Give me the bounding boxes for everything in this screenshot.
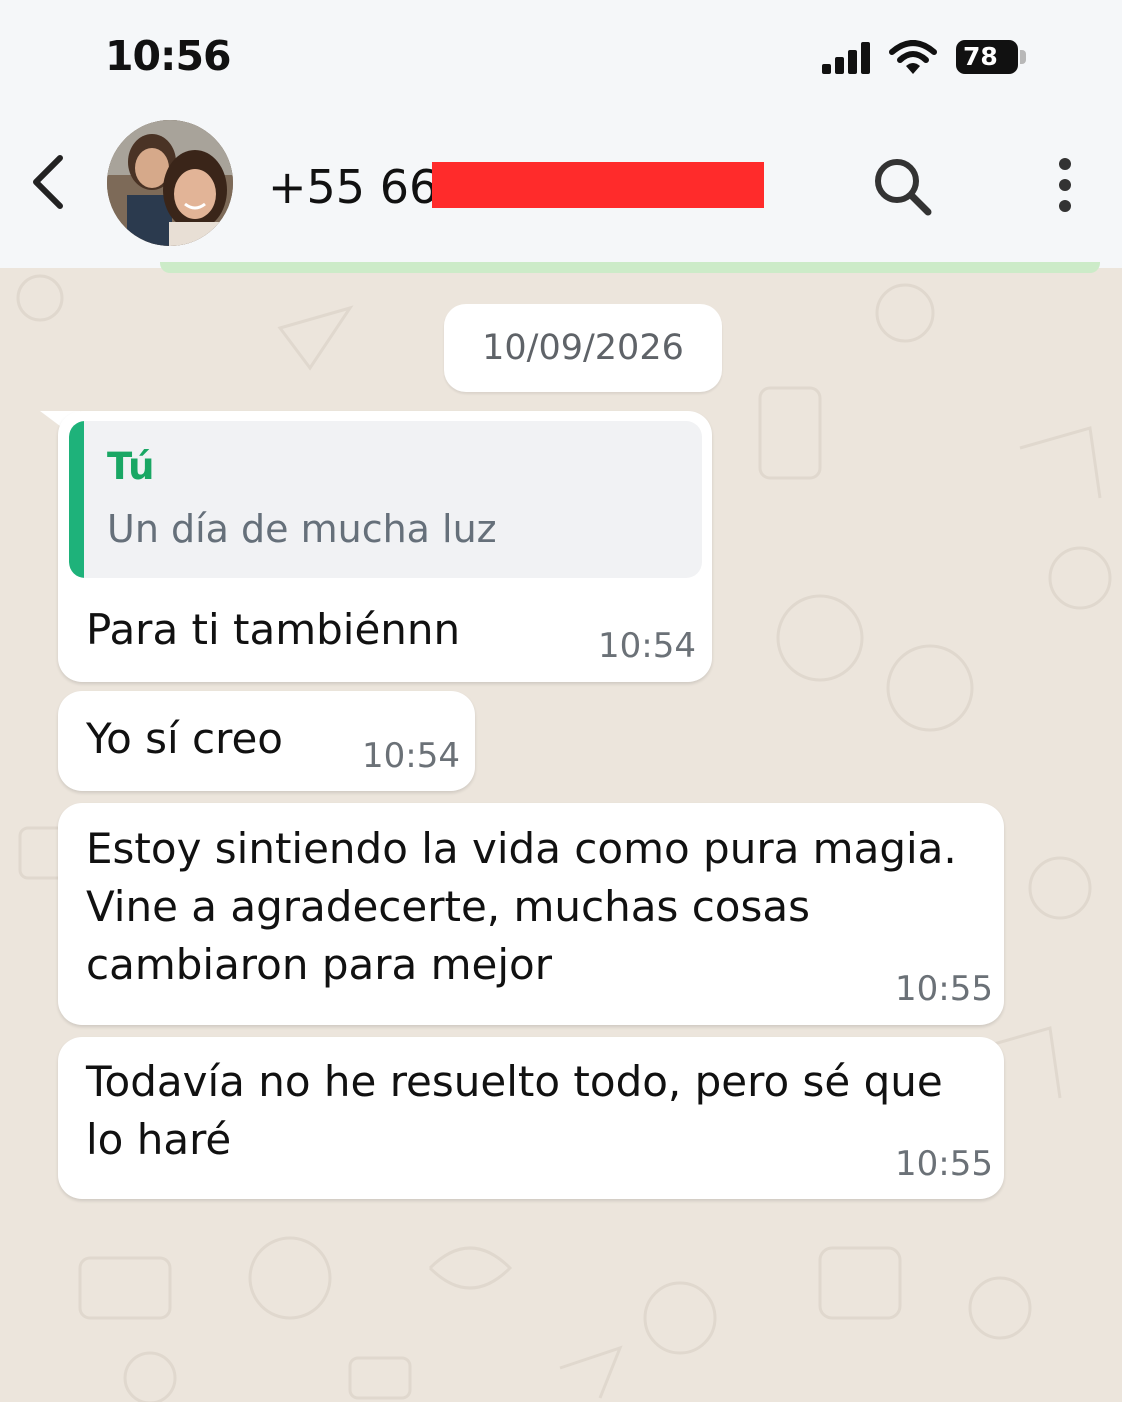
contact-avatar[interactable] [107,120,233,246]
back-arrow-icon[interactable] [28,152,68,212]
battery-icon: 78 [956,40,1018,74]
signal-icon [822,42,870,74]
status-time: 10:56 [105,32,232,80]
search-icon[interactable] [872,156,934,218]
reply-quote-author: Tú [107,445,155,488]
wifi-icon [889,40,937,74]
message-time: 10:55 [895,1144,993,1184]
message-text: Vine a agradecerte, muchas cosas [86,882,810,931]
reply-quote-bar [69,421,84,578]
more-options-icon[interactable] [1054,156,1076,214]
message-time: 10:55 [895,969,993,1009]
message-text: Para ti tambiénnn [86,605,461,654]
message-text: cambiaron para mejor [86,940,552,989]
avatar-photo [107,120,233,246]
reply-quote-text: Un día de mucha luz [107,507,497,551]
message-text: Estoy sintiendo la vida como pura magia. [86,824,957,873]
previous-message-edge [160,262,1100,273]
message-time: 10:54 [598,626,696,666]
redaction-bar [432,162,764,208]
contact-name[interactable]: +55 66 [268,160,438,214]
battery-tip [1020,50,1026,64]
message-text: Yo sí creo [86,714,283,763]
message-text: Todavía no he resuelto todo, pero sé que [86,1057,943,1106]
message-text: lo haré [86,1115,232,1164]
message-time: 10:54 [362,736,460,776]
date-separator: 10/09/2026 [444,304,722,392]
reply-quote[interactable]: Tú Un día de mucha luz [69,421,702,578]
